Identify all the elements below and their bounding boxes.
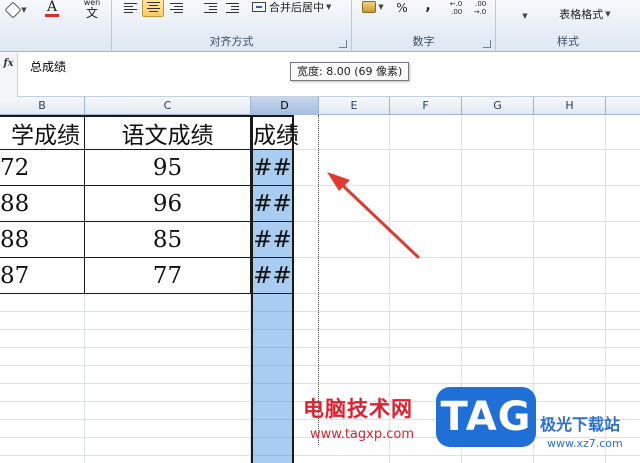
watermark-cn-text: 电脑技术网 xyxy=(303,397,413,421)
watermark-site-url: www.xz7.com xyxy=(547,437,623,450)
watermark-tag-logo: TAG xyxy=(436,387,536,447)
watermark-site-name: 极光下载站 xyxy=(540,415,621,434)
watermark-url: www.tagxp.com xyxy=(310,427,414,442)
arrow-shaft xyxy=(336,179,420,259)
